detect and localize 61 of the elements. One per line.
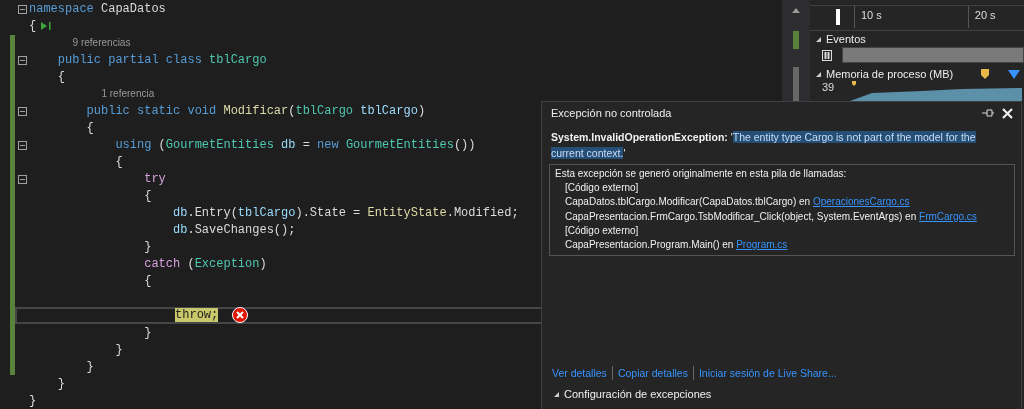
code-line: public static void Modificar(tblCargo tblCargo) xyxy=(15,102,426,120)
code-line: db.SaveChanges(); xyxy=(172,222,296,239)
stack-frame: CapaPresentacion.Program.Main() en xyxy=(565,239,737,250)
code-line: } xyxy=(28,392,37,409)
timeline-ruler[interactable]: 10 s 20 s xyxy=(810,5,1024,31)
details-link[interactable]: Iniciar sesión de Live Share... xyxy=(698,367,837,379)
code-line: { xyxy=(143,188,152,205)
file-link[interactable]: Program.cs xyxy=(736,239,788,250)
code-lens[interactable]: 9 referencias xyxy=(72,37,131,49)
time-label: 10 s xyxy=(854,6,882,28)
collapse-icon[interactable] xyxy=(18,55,27,65)
triangle-icon xyxy=(1008,69,1020,79)
stack-frame: CapaPresentacion.FrmCargo.TsbModificar_Click(object, System.EventArgs) en xyxy=(565,210,920,222)
scroll-up-icon[interactable] xyxy=(792,8,800,13)
section-title: Eventos xyxy=(826,33,866,45)
code-line: using (GourmetEntities db = new GourmetEntities()) xyxy=(15,136,476,154)
code-line: { xyxy=(143,273,152,290)
file-link[interactable]: OperacionesCargo.cs xyxy=(812,196,910,208)
code-line: { xyxy=(114,154,123,171)
details-link[interactable]: Ver detalles xyxy=(552,367,607,379)
run-to-here-icon[interactable] xyxy=(40,21,53,32)
stack-frame: [Código externo] xyxy=(565,224,639,236)
code-line: public partial class tblCargo xyxy=(15,51,267,69)
code-line: { xyxy=(85,120,94,137)
error-icon xyxy=(232,307,249,324)
code-line: } xyxy=(143,239,152,256)
stack-frame: CapaDatos.tblCargo.Modificar(CapaDatos.tblCargo) en xyxy=(565,196,813,208)
marker-icon xyxy=(981,69,989,79)
code-line: catch (Exception) xyxy=(143,256,267,273)
code-line: } xyxy=(114,341,123,359)
current-code-line: throw; xyxy=(15,306,541,325)
code-line: } xyxy=(143,324,152,342)
collapse-icon[interactable] xyxy=(18,174,27,184)
code-line: { xyxy=(56,69,65,86)
settings-title: Configuración de excepciones xyxy=(564,388,712,400)
popup-title: Excepción no controlada xyxy=(551,107,673,119)
collapse-icon[interactable] xyxy=(18,140,27,150)
file-link[interactable]: FrmCargo.cs xyxy=(919,210,977,222)
section-title: Memoria de proceso (MB) xyxy=(826,68,954,80)
details-link[interactable]: Copiar detalles xyxy=(617,367,688,379)
pin-icon[interactable] xyxy=(982,109,994,117)
change-marker xyxy=(793,31,799,49)
collapse-icon[interactable] xyxy=(18,106,27,116)
code-line: db.Entry(tblCargo).State = EntityState.Modified; xyxy=(172,205,519,222)
time-label: 20 s xyxy=(967,6,996,28)
code-line: try xyxy=(15,170,166,188)
axis-label: 39 xyxy=(822,81,835,93)
collapse-icon[interactable] xyxy=(18,5,27,14)
code-line: } xyxy=(85,358,94,376)
code-line: } xyxy=(56,375,65,393)
expand-icon[interactable] xyxy=(816,71,821,77)
code-line: { xyxy=(15,18,53,35)
stack-frame: [Código externo] xyxy=(565,182,639,194)
stack-heading: Esta excepción se generó originalmente en esta pila de llamadas: xyxy=(555,167,847,181)
expand-icon[interactable] xyxy=(554,391,559,397)
pause-icon[interactable] xyxy=(822,49,832,61)
exception-message: System.InvalidOperationException: 'The entity type Cargo is not part of the model for the current context.' xyxy=(550,130,977,161)
code-line: namespace CapaDatos xyxy=(15,1,166,18)
expand-icon[interactable] xyxy=(816,36,821,42)
code-lens[interactable]: 1 referencia xyxy=(101,88,155,100)
close-icon[interactable] xyxy=(1002,107,1013,119)
